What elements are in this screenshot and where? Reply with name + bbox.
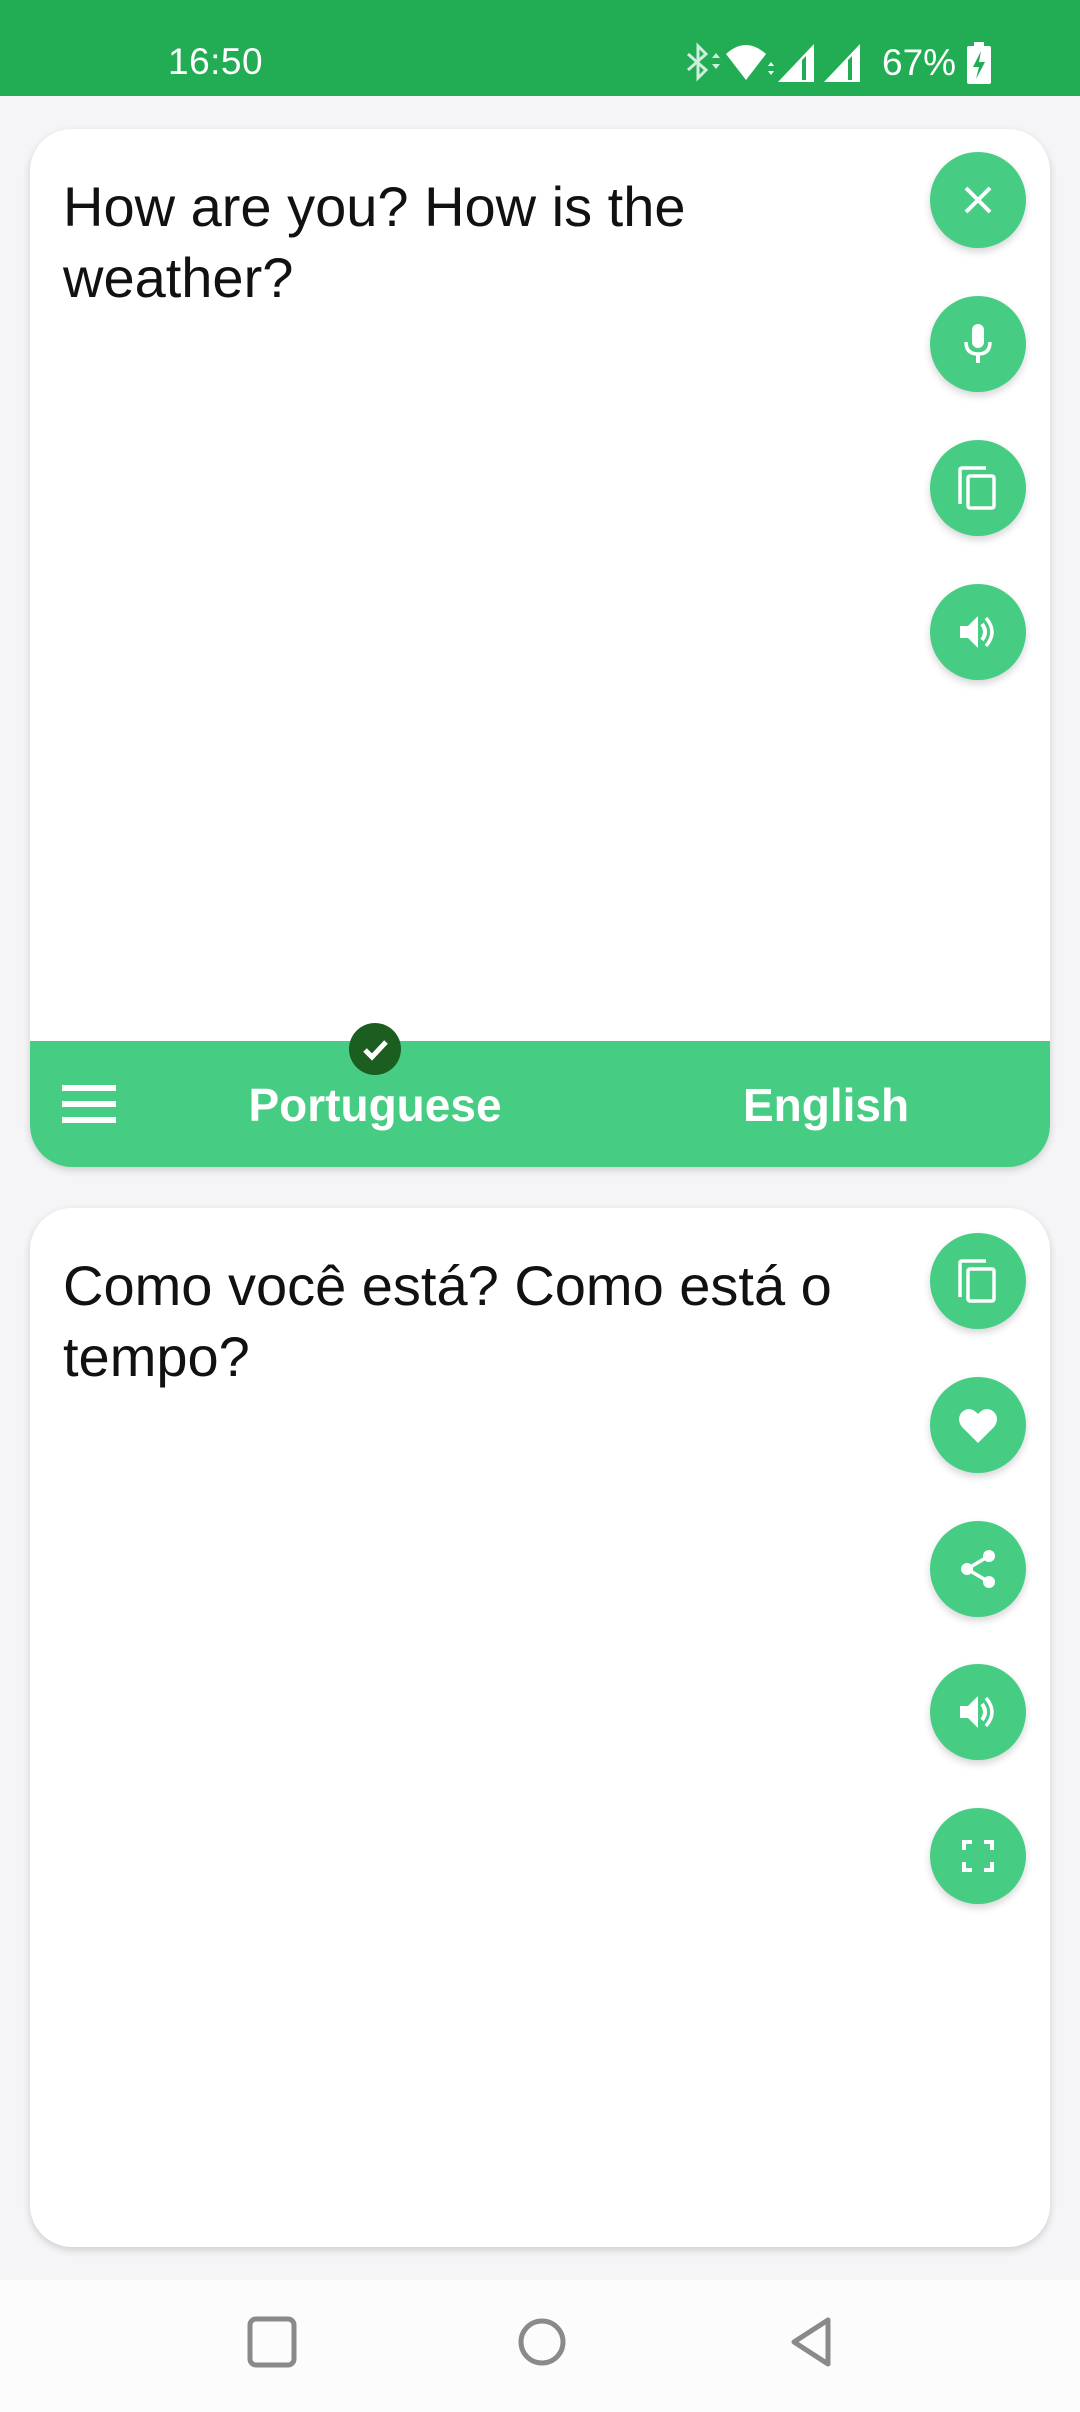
recents-button[interactable] xyxy=(242,2314,302,2374)
system-nav-bar xyxy=(0,2280,1080,2412)
source-card: How are you? How is the weather? Portugu… xyxy=(30,129,1050,1167)
hamburger-line xyxy=(62,1101,116,1107)
battery-charging-icon xyxy=(966,40,992,86)
status-icons: 67% xyxy=(684,40,992,86)
microphone-icon xyxy=(958,322,998,366)
home-button[interactable] xyxy=(512,2314,572,2374)
speaker-icon xyxy=(956,1690,1000,1734)
speak-source-button[interactable] xyxy=(930,584,1026,680)
copy-icon xyxy=(956,1257,1000,1305)
translation-text: Como você está? Como está o tempo? xyxy=(63,1254,832,1388)
copy-source-button[interactable] xyxy=(930,440,1026,536)
clear-button[interactable] xyxy=(930,152,1026,248)
share-button[interactable] xyxy=(930,1521,1026,1617)
speaker-icon xyxy=(956,610,1000,654)
recents-icon xyxy=(247,2316,297,2373)
status-bar: 16:50 67% xyxy=(0,0,1080,96)
menu-button[interactable] xyxy=(60,1079,120,1129)
wifi-icon xyxy=(724,40,776,86)
result-card: Como você está? Como está o tempo? xyxy=(30,1208,1050,2247)
language-bar: Portuguese English xyxy=(30,1023,1050,1167)
signal-icon xyxy=(822,40,868,86)
hamburger-line xyxy=(62,1117,116,1123)
copy-translation-button[interactable] xyxy=(930,1233,1026,1329)
hamburger-menu-icon xyxy=(62,1085,116,1091)
share-icon xyxy=(956,1547,1000,1591)
copy-icon xyxy=(956,464,1000,512)
source-language-selector[interactable]: Portuguese xyxy=(248,1077,501,1133)
target-language-selector[interactable]: English xyxy=(743,1077,909,1133)
fullscreen-button[interactable] xyxy=(930,1808,1026,1904)
source-text-input[interactable]: How are you? How is the weather? xyxy=(63,171,903,313)
back-icon xyxy=(788,2316,838,2373)
speak-translation-button[interactable] xyxy=(930,1664,1026,1760)
heart-icon xyxy=(956,1405,1000,1445)
favorite-button[interactable] xyxy=(930,1377,1026,1473)
close-icon xyxy=(958,180,998,220)
back-button[interactable] xyxy=(783,2314,843,2374)
bluetooth-icon xyxy=(684,40,724,86)
check-icon xyxy=(349,1023,401,1075)
status-time: 16:50 xyxy=(168,41,264,82)
voice-input-button[interactable] xyxy=(930,296,1026,392)
fullscreen-icon xyxy=(958,1836,998,1876)
home-icon xyxy=(516,2316,568,2373)
signal-icon xyxy=(776,40,822,86)
battery-percent: 67% xyxy=(882,42,957,83)
